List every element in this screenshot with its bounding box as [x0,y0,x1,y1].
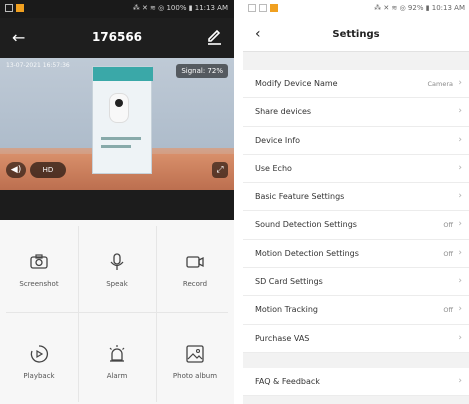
record-button[interactable]: Record [156,220,234,312]
screenshot-label: Screenshot [19,280,59,288]
video-camera-icon [186,256,204,268]
setting-row-motion-tracking[interactable]: Motion Tracking Off › [243,296,469,325]
setting-row-modify-device-name[interactable]: Modify Device Name Camera › [243,70,469,99]
app-notification-icon [270,4,278,12]
setting-value: Off [443,249,453,258]
status-notification-icons [248,4,278,12]
status-bar: ⁂ ✕ ≋ ◎ 100% ▮ 11:13 AM [0,0,234,18]
playback-icon [30,345,49,363]
setting-label: Share devices [255,107,312,117]
alarm-light-icon [109,345,125,362]
setting-row-basic-feature-settings[interactable]: Basic Feature Settings › [243,183,469,212]
settings-screen: ⁂ ✕ ≋ ◎ 92% ▮ 10:13 AM ‹ Settings Modify… [243,0,469,404]
speaker-icon[interactable]: ◀) [6,162,26,178]
signal-strength-badge: Signal: 72% [176,64,228,78]
notification-icon [259,4,267,12]
status-bar-info: ⁂ ✕ ≋ ◎ 100% ▮ 11:13 AM [132,4,228,12]
page-title: Settings [332,29,380,40]
chevron-right-icon: › [458,134,462,145]
speak-label: Speak [106,280,128,288]
settings-list-bottom: FAQ & Feedback › [243,368,469,397]
photo-album-label: Photo album [172,372,218,380]
setting-value: Camera [427,80,453,88]
setting-row-share-devices[interactable]: Share devices › [243,98,469,127]
setting-label: Basic Feature Settings [255,192,345,202]
device-title: 176566 [91,30,143,44]
setting-label: Use Echo [255,163,292,173]
setting-row-sound-detection-settings[interactable]: Sound Detection Settings Off › [243,211,469,240]
hd-quality-button[interactable]: HD [30,162,66,178]
status-bar: ⁂ ✕ ≋ ◎ 92% ▮ 10:13 AM [243,0,469,18]
setting-label: Motion Tracking [255,305,318,315]
chevron-right-icon: › [458,78,462,88]
setting-label: Device Info [255,135,301,145]
alarm-label: Alarm [106,372,128,380]
app-notification-icon [16,4,24,12]
chevron-right-icon: › [458,332,462,343]
chevron-right-icon: › [458,304,462,315]
setting-label: Modify Device Name [255,79,338,88]
camera-product-box [92,66,153,174]
setting-row-use-echo[interactable]: Use Echo › [243,155,469,184]
playback-button[interactable]: Playback [0,312,78,404]
setting-row-faq-feedback[interactable]: FAQ & Feedback › [243,368,469,397]
setting-label: Motion Detection Settings [255,248,359,258]
setting-value: Off [443,221,453,230]
chevron-right-icon: › [458,162,462,173]
image-icon [186,345,204,363]
microphone-icon [110,253,124,270]
setting-row-purchase-vas[interactable]: Purchase VAS › [243,325,469,353]
alarm-button[interactable]: Alarm [78,312,156,404]
setting-row-device-info[interactable]: Device Info › [243,127,469,155]
setting-label: FAQ & Feedback [255,377,320,386]
chevron-right-icon: › [458,247,462,258]
chevron-right-icon: › [458,106,462,117]
camera-icon [30,254,48,269]
setting-row-sd-card-settings[interactable]: SD Card Settings › [243,268,469,297]
notification-icon [248,4,256,12]
chevron-right-icon: › [458,191,462,202]
video-bottom-bar [0,190,234,220]
photo-album-button[interactable]: Photo album [156,312,234,404]
record-label: Record [182,280,208,288]
fullscreen-icon[interactable]: ⤢ [212,162,228,178]
setting-row-motion-detection-settings[interactable]: Motion Detection Settings Off › [243,240,469,269]
speak-button[interactable]: Speak [78,220,156,312]
setting-label: Sound Detection Settings [255,220,357,230]
settings-list: Modify Device Name Camera › Share devices › D… [243,70,469,353]
setting-label: Purchase VAS [255,333,310,343]
setting-label: SD Card Settings [255,277,323,287]
video-timestamp: 13-07-2021 16:57:36 [6,62,70,69]
screenshot-button[interactable]: Screenshot [0,220,78,312]
camera-live-screen: ⁂ ✕ ≋ ◎ 100% ▮ 11:13 AM ← 176566 13-07-2… [0,0,234,404]
chevron-right-icon: › [458,219,462,230]
live-video-feed[interactable]: 13-07-2021 16:57:36 Signal: 72% ◀) HD ⤢ [0,58,234,190]
control-grid: Screenshot Speak Record Playback Alarm P… [0,220,234,404]
playback-label: Playback [23,372,55,380]
chevron-right-icon: › [458,276,462,287]
setting-value: Off [443,306,453,315]
chevron-right-icon: › [458,376,462,386]
pencil-icon[interactable] [206,27,222,45]
notification-icon [5,4,13,12]
live-header: ← 176566 [0,18,234,58]
settings-header: ‹ Settings [243,18,469,52]
status-notification-icons [5,4,24,12]
status-bar-info: ⁂ ✕ ≋ ◎ 92% ▮ 10:13 AM [374,4,465,12]
